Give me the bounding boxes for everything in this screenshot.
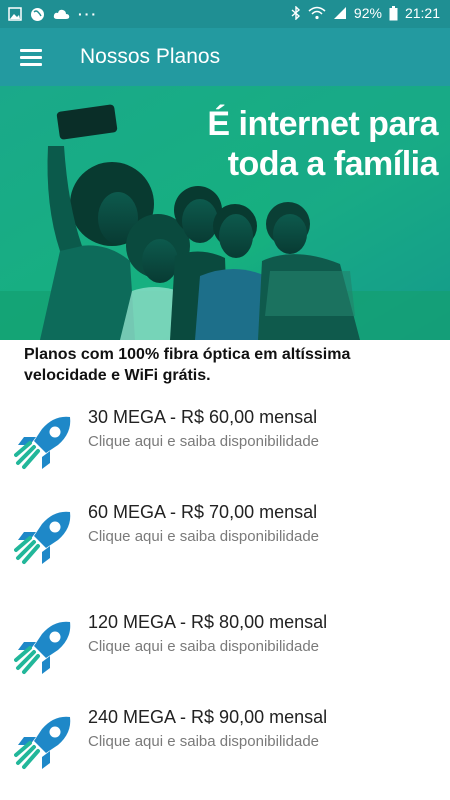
page-title: Nossos Planos [80, 45, 221, 68]
plan-item-240-mega[interactable]: 240 MEGA - R$ 90,00 mensal Clique aqui e… [0, 705, 450, 785]
plan-title: 240 MEGA - R$ 90,00 mensal [88, 707, 328, 727]
plan-subtitle: Clique aqui e saiba disponibilidade [88, 528, 319, 545]
plan-item-30-mega[interactable]: 30 MEGA - R$ 60,00 mensal Clique aqui e … [0, 405, 450, 485]
hero-banner: É internet para toda a família [0, 86, 450, 340]
status-right: 92% 21:21 [291, 5, 440, 21]
plans-description-line2: velocidade e WiFi grátis. [24, 367, 211, 384]
plan-title: 30 MEGA - R$ 60,00 mensal [88, 407, 318, 427]
clock: 21:21 [404, 5, 440, 21]
plan-title: 120 MEGA - R$ 80,00 mensal [88, 612, 328, 632]
plan-item-120-mega[interactable]: 120 MEGA - R$ 80,00 mensal Clique aqui e… [0, 610, 450, 690]
plan-item-60-mega[interactable]: 60 MEGA - R$ 70,00 mensal Clique aqui e … [0, 500, 450, 580]
app-bar: Nossos Planos [0, 28, 450, 86]
plans-description: Planos com 100% fibra óptica em altíssim… [24, 344, 434, 386]
rocket-icon [14, 716, 71, 769]
rocket-icon [14, 416, 71, 469]
plan-subtitle: Clique aqui e saiba disponibilidade [88, 433, 319, 450]
hero-headline-line1: É internet para [207, 105, 438, 143]
rocket-icon [14, 511, 71, 564]
hero-headline: É internet para toda a família [207, 104, 438, 184]
status-bar: ··· 92% 21:21 [0, 0, 450, 28]
battery-icon [389, 5, 398, 20]
battery-percent: 92% [353, 5, 382, 21]
status-left-icons: ··· [8, 6, 98, 22]
cloud-icon [53, 9, 70, 19]
image-icon [8, 7, 22, 21]
plan-subtitle: Clique aqui e saiba disponibilidade [88, 638, 319, 655]
hero-headline-line2: toda a família [227, 145, 439, 183]
plan-title: 60 MEGA - R$ 70,00 mensal [88, 502, 318, 522]
more-dots-icon: ··· [78, 6, 98, 22]
rocket-icon [14, 621, 71, 674]
globe-icon [31, 7, 44, 21]
bluetooth-icon [291, 6, 300, 20]
wifi-icon [308, 6, 326, 20]
plan-subtitle: Clique aqui e saiba disponibilidade [88, 733, 319, 750]
hamburger-menu-icon[interactable] [18, 44, 44, 70]
signal-icon [333, 7, 346, 19]
plans-description-line1: Planos com 100% fibra óptica em altíssim… [24, 346, 351, 363]
